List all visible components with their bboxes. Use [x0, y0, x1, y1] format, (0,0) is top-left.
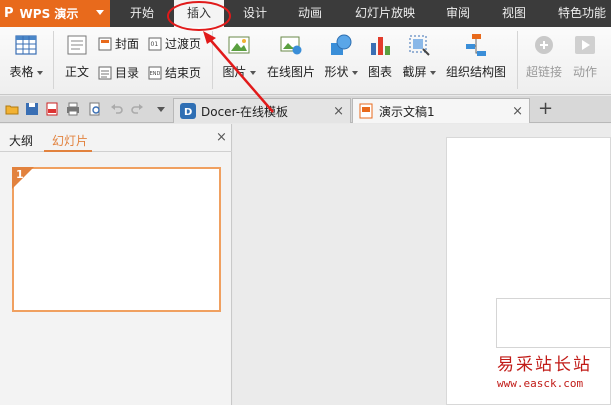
online-picture-icon — [280, 36, 302, 55]
tab-label: 演示文稿1 — [379, 104, 435, 119]
menu-bar: P WPS 演示 开始 插入 设计 动画 幻灯片放映 审阅 视图 特色功能 — [0, 0, 611, 27]
shape-button[interactable]: 形状 — [322, 33, 360, 80]
online-picture-button[interactable]: 在线图片 — [265, 33, 317, 80]
chart-icon — [371, 37, 390, 55]
cover-button[interactable]: 封面 — [98, 35, 139, 52]
tab-slides[interactable]: 幻灯片 — [52, 132, 88, 149]
action-icon — [575, 36, 595, 54]
org-chart-button[interactable]: 组织结构图 — [444, 33, 508, 80]
transition-icon: 01 — [148, 37, 162, 50]
app-menu-button[interactable]: P WPS 演示 — [0, 0, 110, 27]
toc-icon — [98, 66, 112, 79]
menu-item-animation[interactable]: 动画 — [298, 0, 328, 27]
undo-icon[interactable] — [110, 102, 124, 116]
ribbon-divider — [517, 31, 518, 89]
transition-button[interactable]: 01 过渡页 — [148, 35, 201, 52]
svg-text:D: D — [184, 107, 192, 118]
svg-text:END: END — [150, 71, 161, 77]
transition-label: 过渡页 — [165, 37, 202, 51]
ribbon-divider — [53, 31, 54, 89]
body-label: 正文 — [64, 65, 89, 79]
org-chart-icon — [466, 34, 486, 56]
toc-label: 目录 — [115, 66, 140, 80]
tab-presentation-1[interactable]: 演示文稿1 × — [352, 98, 530, 123]
svg-text:01: 01 — [151, 41, 159, 48]
dropdown-icon — [36, 70, 43, 75]
panel-tabs: 大纲 幻灯片 × — [0, 124, 232, 152]
document-tab-bar: D Docer-在线模板 × 演示文稿1 × + — [0, 96, 611, 123]
screenshot-button[interactable]: 截屏 — [400, 33, 438, 80]
slides-panel: 大纲 幻灯片 × 1 — [0, 124, 232, 405]
picture-button[interactable]: 图片 — [220, 33, 258, 80]
org-chart-label: 组织结构图 — [445, 65, 506, 79]
slide-thumbnail[interactable] — [12, 167, 221, 312]
presentation-doc-icon — [359, 103, 373, 119]
active-tab-indicator — [44, 150, 92, 152]
ending-button[interactable]: END 结束页 — [148, 64, 201, 81]
ending-label: 结束页 — [165, 66, 202, 80]
shape-label: 形状 — [324, 65, 349, 79]
ribbon: 表格 正文 封面 目录 01 过渡页 END 结束页 图片 在线图片 形状 图表… — [0, 27, 611, 95]
menu-item-start[interactable]: 开始 — [130, 0, 162, 27]
watermark: 易采站长站 www.easck.com — [497, 350, 611, 390]
table-label: 表格 — [9, 65, 34, 79]
close-icon[interactable]: × — [512, 104, 523, 119]
shape-icon — [331, 34, 352, 55]
toc-button[interactable]: 目录 — [98, 64, 139, 81]
menu-item-design[interactable]: 设计 — [243, 0, 273, 27]
menu-item-review[interactable]: 审阅 — [446, 0, 476, 27]
save-icon[interactable] — [25, 102, 39, 116]
tab-outline[interactable]: 大纲 — [9, 132, 33, 149]
close-icon[interactable]: × — [216, 130, 227, 145]
hyperlink-button[interactable]: 超链接 — [525, 33, 563, 80]
docer-icon: D — [180, 103, 196, 119]
menu-item-view[interactable]: 视图 — [502, 0, 532, 27]
watermark-title: 易采站长站 — [497, 355, 592, 375]
body-button[interactable]: 正文 — [62, 33, 92, 80]
hyperlink-label: 超链接 — [525, 65, 562, 79]
online-picture-label: 在线图片 — [266, 65, 315, 79]
picture-icon — [228, 36, 250, 54]
dropdown-icon — [429, 70, 436, 75]
chart-label: 图表 — [367, 65, 392, 79]
dropdown-icon — [351, 70, 358, 75]
watermark-url: www.easck.com — [497, 377, 584, 390]
close-icon[interactable]: × — [333, 104, 344, 119]
tab-label: Docer-在线模板 — [201, 104, 289, 119]
menu-item-features[interactable]: 特色功能 — [558, 0, 611, 27]
table-button[interactable]: 表格 — [6, 33, 46, 80]
app-name: WPS 演示 — [19, 7, 79, 21]
menu-item-slideshow[interactable]: 幻灯片放映 — [355, 0, 419, 27]
ribbon-divider — [212, 31, 213, 89]
body-icon — [67, 35, 87, 55]
ending-icon: END — [148, 66, 162, 79]
chevron-down-icon — [96, 10, 104, 15]
wps-logo-icon: P — [4, 6, 14, 21]
cover-label: 封面 — [115, 37, 140, 51]
action-label: 动作 — [572, 65, 597, 79]
dropdown-icon — [249, 70, 256, 75]
action-button[interactable]: 动作 — [568, 33, 602, 80]
export-pdf-icon[interactable] — [45, 102, 59, 116]
menu-item-insert[interactable]: 插入 — [174, 0, 224, 27]
print-preview-icon[interactable] — [88, 102, 102, 116]
cover-icon — [98, 37, 112, 50]
screenshot-icon — [409, 35, 430, 56]
table-icon — [15, 35, 37, 55]
plus-icon[interactable]: + — [538, 98, 553, 119]
tab-docer-templates[interactable]: D Docer-在线模板 × — [173, 98, 351, 123]
quick-access-dropdown-icon[interactable] — [154, 102, 168, 116]
hyperlink-icon — [535, 36, 553, 54]
screenshot-label: 截屏 — [402, 65, 427, 79]
picture-label: 图片 — [222, 65, 247, 79]
redo-icon[interactable] — [130, 102, 144, 116]
title-placeholder[interactable] — [496, 298, 611, 348]
chart-button[interactable]: 图表 — [366, 33, 394, 80]
print-icon[interactable] — [66, 102, 80, 116]
open-icon[interactable] — [5, 102, 19, 116]
